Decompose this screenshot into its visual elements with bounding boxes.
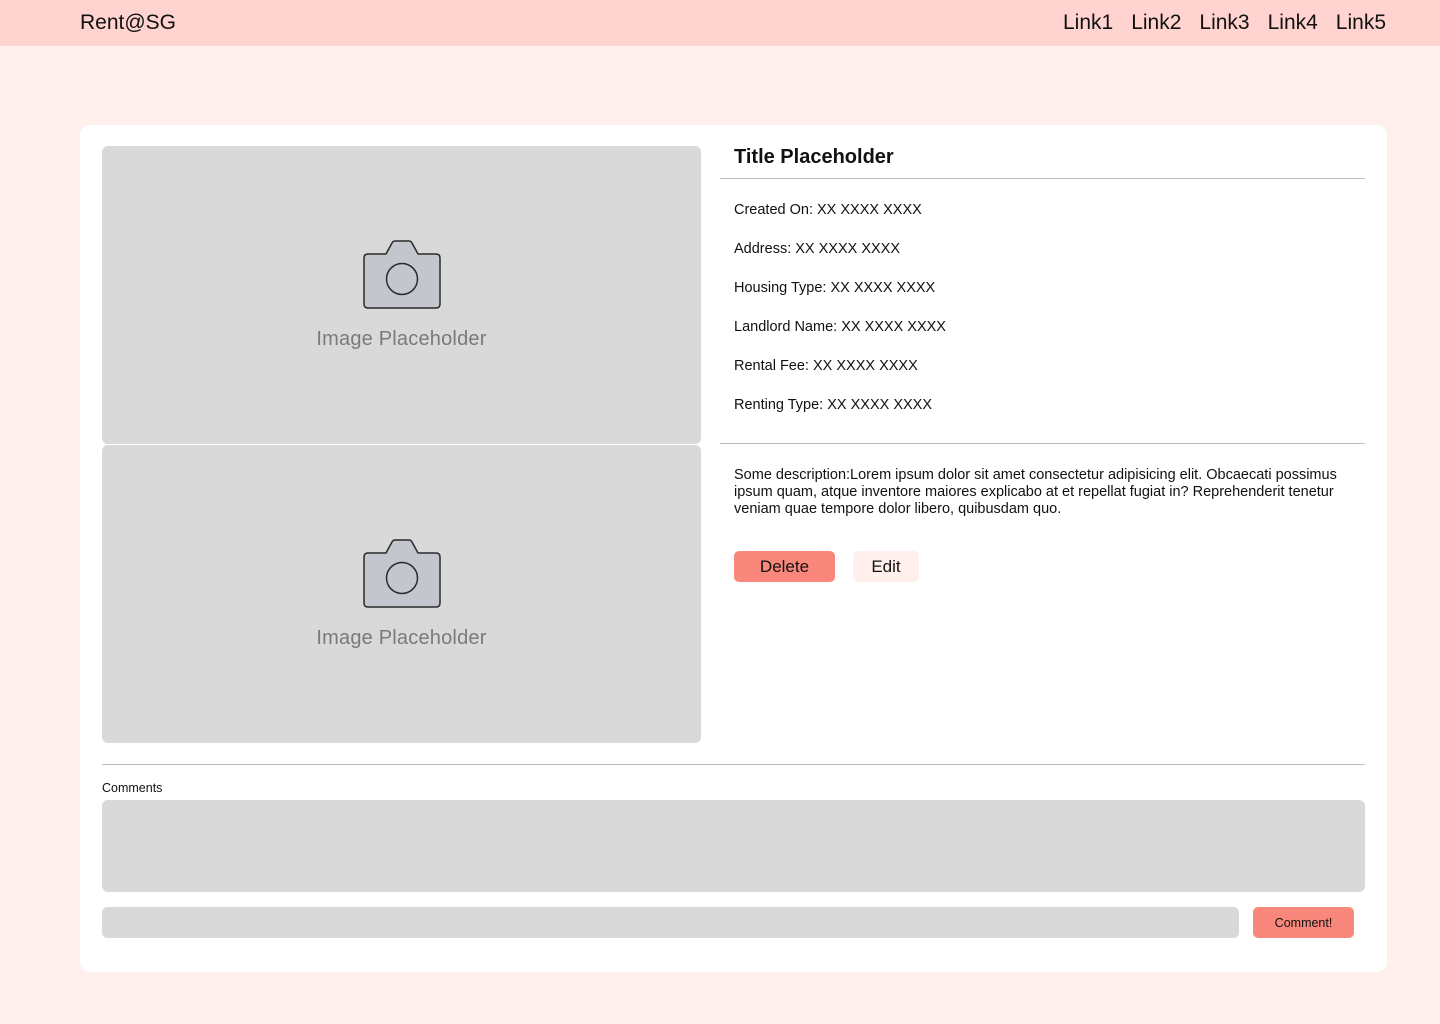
divider: [102, 764, 1365, 765]
image-placeholder-label: Image Placeholder: [316, 327, 487, 350]
comment-input[interactable]: [102, 907, 1239, 938]
nav-link-4[interactable]: Link4: [1268, 11, 1318, 35]
listing-card: Image Placeholder Image Placeholder Titl…: [80, 125, 1387, 972]
nav-link-3[interactable]: Link3: [1199, 11, 1249, 35]
listing-title: Title Placeholder: [734, 146, 894, 168]
divider: [720, 443, 1365, 444]
field-renting-type: Renting Type: XX XXXX XXXX: [734, 397, 933, 413]
comments-list[interactable]: [102, 800, 1365, 892]
listing-description: Some description:Lorem ipsum dolor sit a…: [734, 467, 1337, 517]
edit-button[interactable]: Edit: [853, 551, 919, 582]
delete-button[interactable]: Delete: [734, 551, 835, 582]
comment-submit-button[interactable]: Comment!: [1253, 907, 1354, 938]
nav-links: Link1 Link2 Link3 Link4 Link5: [1063, 11, 1386, 35]
top-navbar: Rent@SG Link1 Link2 Link3 Link4 Link5: [0, 0, 1440, 46]
divider: [720, 178, 1365, 179]
image-placeholder-2: Image Placeholder: [102, 445, 701, 743]
nav-link-5[interactable]: Link5: [1336, 11, 1386, 35]
brand-logo[interactable]: Rent@SG: [80, 11, 176, 35]
field-address: Address: XX XXXX XXXX: [734, 241, 901, 257]
camera-icon: [362, 538, 441, 608]
image-placeholder-1: Image Placeholder: [102, 146, 701, 444]
camera-icon: [362, 239, 441, 309]
image-placeholder-label: Image Placeholder: [316, 626, 487, 649]
field-created-on: Created On: XX XXXX XXXX: [734, 202, 922, 218]
nav-link-1[interactable]: Link1: [1063, 11, 1113, 35]
field-landlord-name: Landlord Name: XX XXXX XXXX: [734, 319, 946, 335]
comments-label: Comments: [102, 781, 163, 795]
field-rental-fee: Rental Fee: XX XXXX XXXX: [734, 358, 918, 374]
nav-link-2[interactable]: Link2: [1131, 11, 1181, 35]
field-housing-type: Housing Type: XX XXXX XXXX: [734, 280, 936, 296]
